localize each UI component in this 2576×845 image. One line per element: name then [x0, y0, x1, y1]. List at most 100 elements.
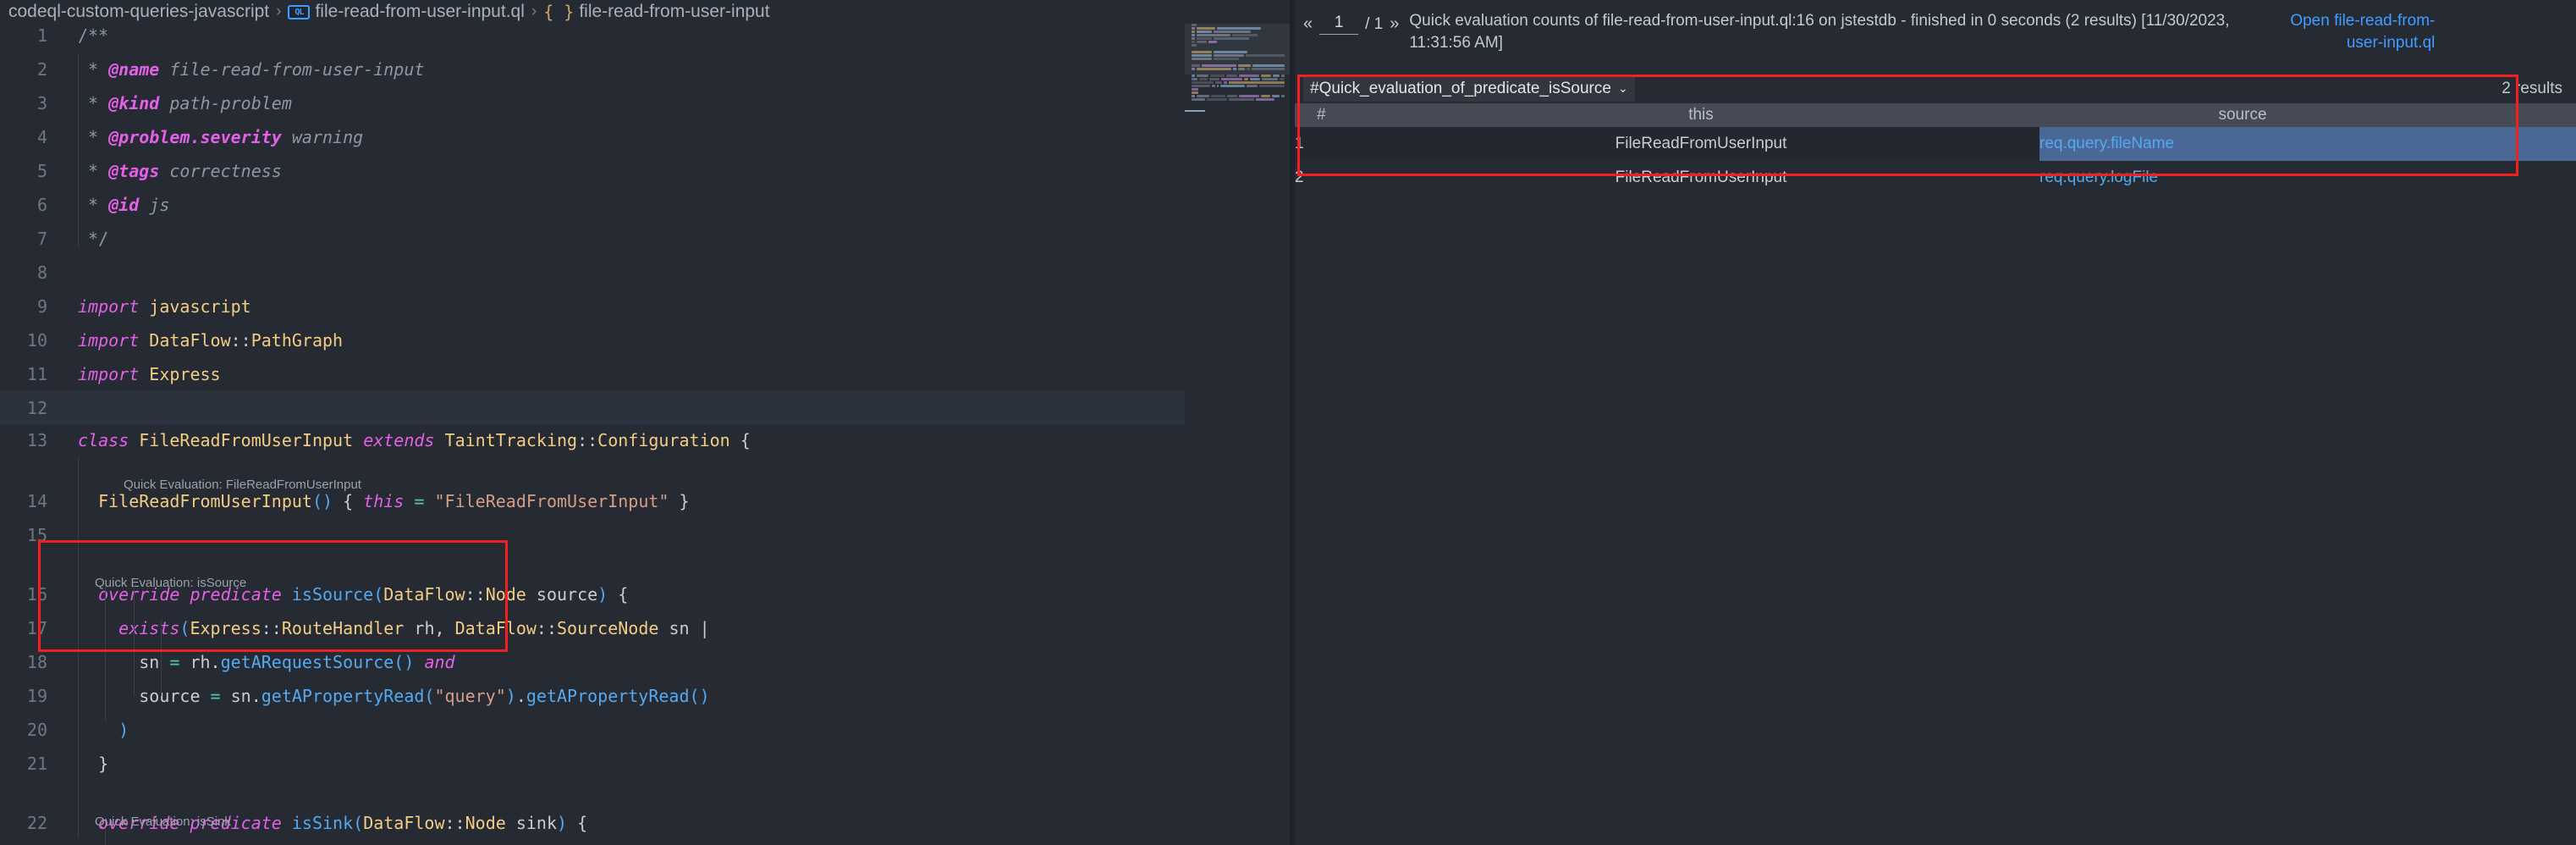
code-line-text: import DataFlow::PathGraph [78, 330, 344, 351]
minimap-row [1190, 88, 1285, 91]
line-number: 20 [26, 720, 47, 740]
prev-page-button[interactable]: « [1303, 14, 1313, 34]
next-page-button[interactable]: » [1390, 14, 1399, 34]
code-line: 20 ) [0, 713, 1185, 747]
cell-index: 1 [1295, 135, 1304, 152]
column-header-index[interactable]: # [1295, 103, 1362, 127]
column-header-filler [2446, 103, 2576, 127]
minimap-row [1190, 75, 1285, 77]
line-number: 17 [26, 618, 47, 638]
code-line: 13 class FileReadFromUserInput extends Ta… [0, 423, 1185, 457]
query-results-pane: « / 1 » Quick evaluation counts of file-… [1295, 0, 2576, 845]
line-number: 11 [26, 364, 47, 384]
results-table-head: # this source [1295, 103, 2576, 127]
minimap-row [1190, 98, 1285, 101]
page-number-input[interactable] [1319, 14, 1359, 35]
line-number: 19 [26, 686, 47, 706]
cell-index: 2 [1295, 168, 1304, 186]
editor-minimap[interactable] [1185, 24, 1290, 845]
open-query-file-link[interactable]: Open file-read-from-user-input.ql [2274, 8, 2435, 54]
code-line-text: * @tags correctness [78, 161, 282, 181]
code-line-text: * @id js [78, 195, 170, 215]
line-number: 3 [36, 93, 47, 113]
line-number: 16 [26, 584, 47, 605]
code-line: 12 [0, 391, 1185, 425]
cell-this: FileReadFromUserInput [1615, 168, 1787, 186]
code-line-text: exists(Express::RouteHandler rh, DataFlo… [118, 618, 710, 638]
editor-pane: codeql-custom-queries-javascript › QL fi… [0, 0, 1185, 845]
code-line: 3 * @kind path-problem [0, 86, 1185, 120]
indent-guide [105, 586, 106, 721]
code-line-text: exists(CallExpr call | [66, 840, 1185, 845]
column-header-this[interactable]: this [1362, 103, 2039, 127]
code-line-text: import javascript [78, 296, 251, 317]
line-number: 12 [26, 398, 47, 418]
code-line-text: } [78, 754, 109, 774]
line-number: 23 [0, 840, 66, 845]
line-number: 5 [36, 161, 47, 181]
code-line: 8 [0, 256, 1185, 290]
results-toolbar: #Quick_evaluation_of_predicate_isSource … [1295, 75, 2576, 103]
line-number: 9 [36, 296, 47, 317]
results-header-row: # this source [1295, 103, 2576, 127]
code-line-text: override predicate isSink(DataFlow::Node… [98, 813, 588, 833]
results-table-wrap: #Quick_evaluation_of_predicate_isSource … [1295, 75, 2576, 195]
result-set-dropdown[interactable]: #Quick_evaluation_of_predicate_isSource … [1303, 76, 1635, 102]
code-line-text: import Express [78, 364, 221, 384]
code-line: 17 exists(Express::RouteHandler rh, Data… [0, 611, 1185, 645]
code-line: 10 import DataFlow::PathGraph [0, 323, 1185, 357]
table-row[interactable]: 1 FileReadFromUserInput req.query.fileName [1295, 127, 2576, 161]
codelens-quick-evaluation[interactable]: Quick Evaluation: isSink [95, 814, 231, 831]
code-line: 1 /** [0, 19, 1185, 52]
cell-this: FileReadFromUserInput [1615, 135, 1787, 152]
line-number: 8 [36, 262, 47, 283]
line-number: 14 [26, 491, 47, 511]
minimap-row [1190, 91, 1285, 94]
minimap-row [1190, 85, 1285, 87]
code-line: 23 exists(CallExpr call | [0, 840, 1185, 845]
results-pager: « / 1 » [1303, 8, 1399, 35]
line-number: 10 [26, 330, 47, 351]
minimap-row [1190, 95, 1285, 97]
indent-guide [134, 586, 135, 696]
indent-guide [78, 54, 79, 247]
line-number: 1 [36, 25, 47, 46]
code-line-text: * @problem.severity warning [78, 127, 364, 147]
minimap-cursor-line [1185, 110, 1205, 112]
codelens-quick-evaluation[interactable]: Quick Evaluation: FileReadFromUserInput [124, 477, 361, 494]
code-line-text: class FileReadFromUserInput extends Tain… [78, 430, 751, 450]
code-editor[interactable]: 1/** 2 * @name file-read-from-user-input 3… [0, 24, 1185, 845]
results-count-label: 2 results [2502, 80, 2562, 97]
code-line: 21 } [0, 747, 1185, 781]
code-line: 5 * @tags correctness [0, 154, 1185, 188]
line-number: 22 [26, 813, 47, 833]
codelens-quick-evaluation[interactable]: Quick Evaluation: isSource [95, 575, 246, 592]
line-number: 4 [36, 127, 47, 147]
line-number: 21 [26, 754, 47, 774]
code-line-text: * @kind path-problem [78, 93, 292, 113]
indent-guide [78, 457, 79, 838]
line-number: 2 [36, 59, 47, 80]
cell-filler [2446, 161, 2576, 195]
line-number: 7 [36, 229, 47, 249]
code-line: 11 import Express [0, 357, 1185, 391]
codeql-file-icon: QL [288, 4, 311, 19]
code-line: 4 * @problem.severity warning [0, 120, 1185, 154]
indent-guide [161, 620, 162, 696]
results-table-body: 1 FileReadFromUserInput req.query.fileName… [1295, 127, 2576, 195]
code-line-text: ) [118, 720, 129, 740]
cell-source-link[interactable]: req.query.fileName [2039, 127, 2446, 161]
code-line-text: /** [78, 25, 109, 46]
cell-filler [2446, 127, 2576, 161]
line-number: 13 [26, 430, 47, 450]
table-row[interactable]: 2 FileReadFromUserInput req.query.logFile [1295, 161, 2576, 195]
minimap-row [1190, 78, 1285, 80]
line-number: 15 [26, 525, 47, 545]
cell-source-link[interactable]: req.query.logFile [2039, 161, 2446, 195]
results-header: « / 1 » Quick evaluation counts of file-… [1295, 0, 2576, 54]
chevron-down-icon: ⌄ [1617, 81, 1628, 95]
code-line-text: sn = rh.getARequestSource() and [78, 652, 455, 672]
column-header-source[interactable]: source [2039, 103, 2446, 127]
minimap-slider[interactable] [1185, 24, 1290, 75]
